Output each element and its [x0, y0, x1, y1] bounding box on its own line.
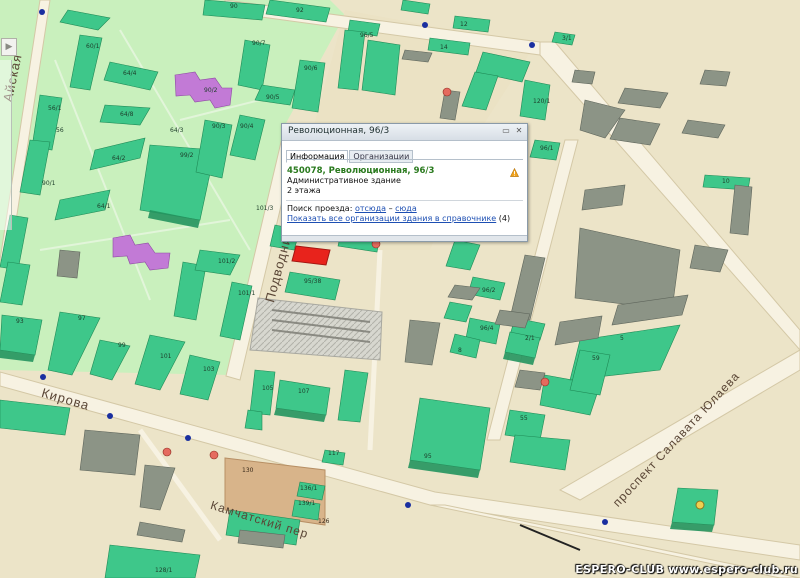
minimize-icon[interactable]: ▭ [501, 126, 511, 136]
svg-text:96/2: 96/2 [482, 287, 496, 294]
popup-address: 450078, Революционная, 96/3 [287, 166, 435, 176]
svg-text:64/8: 64/8 [120, 111, 134, 118]
svg-text:14: 14 [440, 44, 448, 51]
route-label: Поиск проезда: [287, 204, 353, 213]
svg-text:103: 103 [203, 366, 215, 373]
map-canvas[interactable]: 90 92 12 14 60/1 64/4 90/2 90/5 90/6 56/… [0, 0, 800, 578]
svg-text:95/38: 95/38 [304, 278, 321, 285]
svg-text:107: 107 [298, 388, 310, 395]
close-icon[interactable]: ✕ [514, 126, 524, 136]
poi-pin [162, 447, 172, 457]
svg-text:3/1: 3/1 [562, 35, 572, 42]
popup-title: Революционная, 96/3 [288, 126, 390, 136]
svg-text:99/2: 99/2 [180, 152, 194, 159]
svg-text:12: 12 [460, 21, 468, 28]
svg-text:96/4: 96/4 [480, 325, 494, 332]
svg-text:10: 10 [722, 178, 730, 185]
svg-text:97: 97 [78, 315, 86, 322]
svg-text:99: 99 [118, 342, 126, 349]
poi-pin [540, 377, 550, 387]
divider [286, 200, 523, 201]
orgs-count: (4) [498, 214, 511, 223]
svg-text:130: 130 [242, 467, 254, 474]
svg-text:96/5: 96/5 [360, 32, 374, 39]
warning-icon[interactable] [510, 168, 519, 177]
svg-text:55: 55 [520, 415, 528, 422]
svg-text:105: 105 [262, 385, 274, 392]
svg-text:101: 101 [160, 353, 172, 360]
svg-text:128/1: 128/1 [155, 567, 172, 574]
svg-text:90/6: 90/6 [304, 65, 318, 72]
svg-text:56/1: 56/1 [48, 105, 62, 112]
popup-content: 450078, Революционная, 96/3 Администрати… [286, 159, 523, 224]
show-orgs-row: Показать все организации здания в справо… [287, 214, 523, 224]
poi-pin [442, 87, 452, 97]
svg-text:90/5: 90/5 [266, 94, 280, 101]
building-type: Административное здание [287, 176, 401, 185]
svg-text:136/1: 136/1 [300, 485, 317, 492]
svg-text:90/3: 90/3 [212, 123, 226, 130]
route-dash: – [388, 204, 393, 213]
svg-text:117: 117 [328, 450, 340, 457]
route-search-row: Поиск проезда: отсюда – сюда [287, 204, 523, 214]
svg-text:64/1: 64/1 [97, 203, 111, 210]
svg-text:90: 90 [230, 3, 238, 10]
svg-text:96/1: 96/1 [540, 145, 554, 152]
svg-text:101/3: 101/3 [256, 205, 273, 212]
svg-text:2/1: 2/1 [525, 335, 535, 342]
svg-text:93: 93 [16, 318, 24, 325]
info-popup[interactable]: Революционная, 96/3 ▭ ✕ Информация Органи… [281, 123, 528, 242]
svg-text:101/2: 101/2 [218, 258, 235, 265]
svg-text:90/4: 90/4 [240, 123, 254, 130]
svg-text:126: 126 [318, 518, 330, 525]
svg-text:92: 92 [296, 7, 304, 14]
map-view[interactable]: 90 92 12 14 60/1 64/4 90/2 90/5 90/6 56/… [0, 0, 800, 578]
svg-text:64/3: 64/3 [170, 127, 184, 134]
svg-text:64/4: 64/4 [123, 70, 137, 77]
floor-count: 2 этажа [287, 186, 321, 195]
svg-text:90/2: 90/2 [204, 87, 218, 94]
svg-text:5: 5 [620, 335, 624, 342]
svg-text:8: 8 [458, 347, 462, 354]
svg-text:101/1: 101/1 [238, 290, 255, 297]
watermark: ESPERO-CLUB www.espero-club.ru [575, 563, 798, 576]
show-orgs-link[interactable]: Показать все организации здания в справо… [287, 214, 496, 223]
pan-left-button[interactable]: ▶ [1, 38, 17, 56]
svg-text:56: 56 [56, 127, 64, 134]
svg-text:60/1: 60/1 [86, 43, 100, 50]
svg-text:64/2: 64/2 [112, 155, 126, 162]
popup-titlebar[interactable]: Революционная, 96/3 ▭ ✕ [282, 124, 527, 141]
svg-text:139/1: 139/1 [298, 500, 315, 507]
svg-text:90/7: 90/7 [252, 40, 266, 47]
route-to-link[interactable]: сюда [395, 204, 417, 213]
route-from-link[interactable]: отсюда [355, 204, 386, 213]
svg-text:95: 95 [424, 453, 432, 460]
selected-building[interactable] [291, 245, 331, 266]
popup-tabs: Информация Организации [286, 144, 414, 163]
poi-pin [209, 450, 219, 460]
side-panel-strip[interactable] [0, 60, 12, 230]
svg-text:120/1: 120/1 [533, 98, 550, 105]
popup-bottom-bar [282, 235, 527, 241]
landmark-icon[interactable] [695, 500, 705, 510]
play-arrow-icon: ▶ [5, 42, 13, 52]
svg-text:90/1: 90/1 [42, 180, 56, 187]
svg-text:59: 59 [592, 355, 600, 362]
